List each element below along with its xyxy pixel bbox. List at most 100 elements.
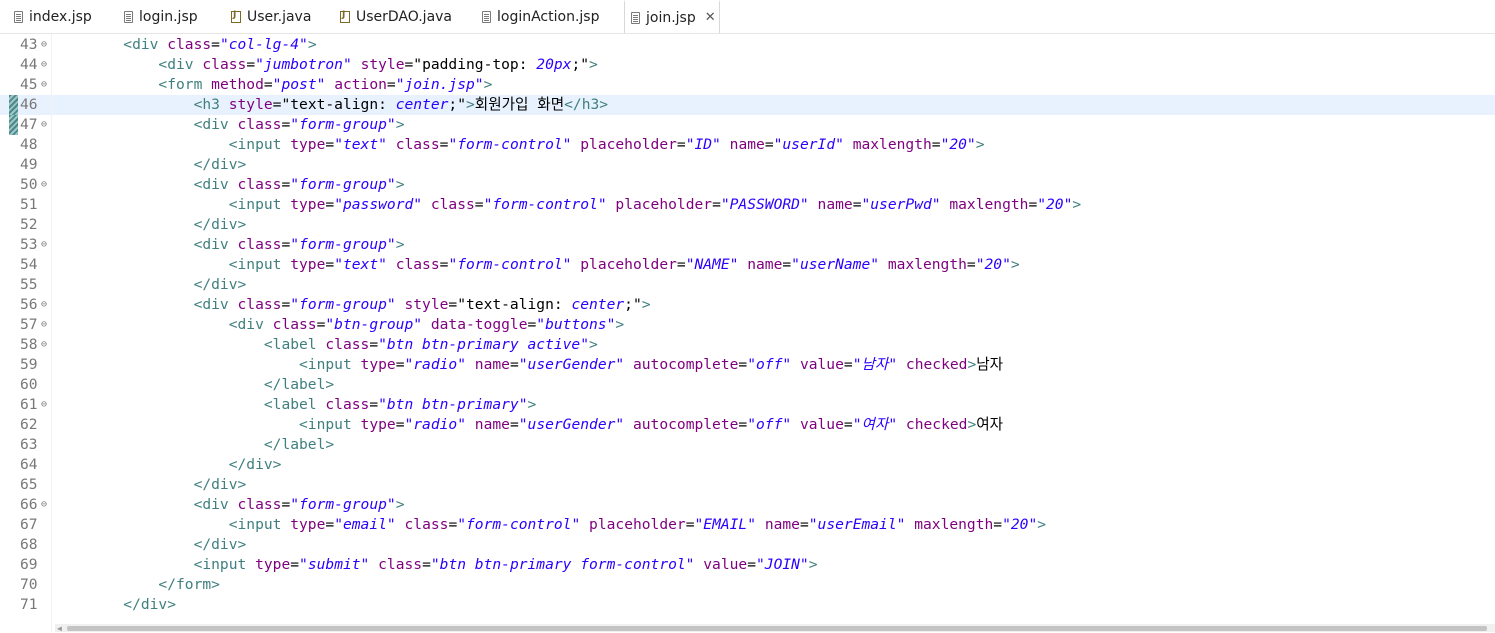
code-editor[interactable]: 43 ⊖ <div class="col-lg-4"> 44 ⊖ <div class…: [0, 34, 1495, 632]
tab-user-java[interactable]: User.java: [231, 0, 311, 33]
code-line[interactable]: 49 </div>: [0, 155, 1495, 175]
collapse-fold-icon[interactable]: ⊖: [41, 395, 47, 415]
code-token: "form-control": [448, 256, 572, 273]
code-token: =: [211, 36, 220, 53]
code-line[interactable]: 52 </div>: [0, 215, 1495, 235]
code-token: =: [281, 176, 291, 193]
code-line[interactable]: 53 ⊖ <div class="form-group">: [0, 235, 1495, 255]
tab-index-jsp[interactable]: index.jsp: [14, 0, 92, 33]
code-line[interactable]: 71 </div>: [0, 595, 1495, 615]
code-line[interactable]: 66 ⊖ <div class="form-group">: [0, 495, 1495, 515]
collapse-fold-icon[interactable]: ⊖: [41, 495, 47, 515]
code-token: "submit": [299, 556, 370, 573]
code-token: action: [334, 76, 387, 93]
code-token: =: [843, 356, 853, 373]
code-token: "text": [334, 136, 387, 153]
code-token: </div>: [53, 156, 247, 173]
code-token: class: [237, 236, 282, 253]
code-line[interactable]: 68 </div>: [0, 535, 1495, 555]
code-line[interactable]: 67 <input type="email" class="form-contr…: [0, 515, 1495, 535]
code-line[interactable]: 45 ⊖ <form method="post" action="join.jsp…: [0, 75, 1495, 95]
code-token: 20px: [536, 56, 572, 73]
line-number: 47: [20, 116, 38, 133]
tab-login-jsp[interactable]: login.jsp: [124, 0, 198, 33]
code-line[interactable]: 60 </label>: [0, 375, 1495, 395]
code-token: =: [386, 76, 396, 93]
collapse-fold-icon[interactable]: ⊖: [41, 335, 47, 355]
code-line[interactable]: 62 <input type="radio" name="userGender"…: [0, 415, 1495, 435]
scrollbar-thumb[interactable]: [67, 626, 1487, 631]
collapse-fold-icon[interactable]: ⊖: [41, 35, 47, 55]
code-token: style: [404, 296, 449, 313]
code-line[interactable]: 51 <input type="password" class="form-co…: [0, 195, 1495, 215]
code-token: =: [369, 336, 379, 353]
code-line[interactable]: 55 </div>: [0, 275, 1495, 295]
code-line[interactable]: 56 ⊖ <div class="form-group" style="text-…: [0, 295, 1495, 315]
code-text: <input type="radio" name="userGender" au…: [53, 415, 1003, 435]
code-token: ;": [571, 56, 590, 73]
collapse-fold-icon[interactable]: ⊖: [41, 75, 47, 95]
code-token: >: [967, 356, 977, 373]
collapse-fold-icon[interactable]: ⊖: [41, 55, 47, 75]
collapse-fold-icon[interactable]: ⊖: [41, 295, 47, 315]
horizontal-scrollbar[interactable]: ◀: [55, 624, 1495, 633]
code-token: >: [808, 556, 818, 573]
code-token: class: [395, 136, 440, 153]
code-token: type: [360, 356, 396, 373]
code-line[interactable]: 46 <h3 style="text-align: center;">회원가입 …: [0, 95, 1495, 115]
code-line[interactable]: 69 <input type="submit" class="btn btn-p…: [0, 555, 1495, 575]
code-token: "form-control": [483, 196, 607, 213]
code-token: >: [395, 236, 405, 253]
code-text: </div>: [53, 155, 247, 175]
code-line[interactable]: 58 ⊖ <label class="btn btn-primary active…: [0, 335, 1495, 355]
code-line[interactable]: 61 ⊖ <label class="btn btn-primary">: [0, 395, 1495, 415]
code-token: =: [325, 136, 335, 153]
code-token: "userGender": [518, 416, 625, 433]
code-line[interactable]: 48 <input type="text" class="form-contro…: [0, 135, 1495, 155]
code-line[interactable]: 65 </div>: [0, 475, 1495, 495]
code-line[interactable]: 70 </form>: [0, 575, 1495, 595]
code-line[interactable]: 57 ⊖ <div class="btn-group" data-toggle="…: [0, 315, 1495, 335]
close-tab-icon[interactable]: ✕: [705, 10, 716, 25]
code-text: <div class="form-group">: [53, 235, 405, 255]
code-token: "btn btn-primary active": [378, 336, 589, 353]
collapse-fold-icon[interactable]: ⊖: [41, 115, 47, 135]
tab-label: loginAction.jsp: [497, 8, 600, 25]
collapse-fold-icon[interactable]: ⊖: [41, 235, 47, 255]
code-token: <div: [53, 296, 238, 313]
line-number: 64: [20, 456, 38, 473]
code-token: </div>: [53, 216, 247, 233]
code-token: =: [474, 196, 484, 213]
tab-join-jsp[interactable]: join.jsp ✕: [624, 0, 720, 33]
code-line[interactable]: 47 ⊖ <div class="form-group">: [0, 115, 1495, 135]
code-text: <div class="col-lg-4">: [53, 35, 316, 55]
tab-userdao-java[interactable]: UserDAO.java: [340, 0, 452, 33]
code-line[interactable]: 43 ⊖ <div class="col-lg-4">: [0, 35, 1495, 55]
jsp-file-icon: [482, 10, 491, 23]
code-text: <label class="btn btn-primary">: [53, 395, 536, 415]
code-line[interactable]: 59 <input type="radio" name="userGender"…: [0, 355, 1495, 375]
code-line[interactable]: 50 ⊖ <div class="form-group">: [0, 175, 1495, 195]
code-line[interactable]: 54 <input type="text" class="form-contro…: [0, 255, 1495, 275]
java-file-icon: [340, 10, 350, 23]
code-text: <div class="form-group">: [53, 175, 405, 195]
line-number: 45: [20, 76, 38, 93]
code-line[interactable]: 44 ⊖ <div class="jumbotron" style="paddin…: [0, 55, 1495, 75]
code-token: "off": [747, 356, 792, 373]
tab-loginaction-jsp[interactable]: loginAction.jsp: [482, 0, 599, 33]
code-token: >: [1072, 196, 1082, 213]
code-token: ="text-align:: [272, 96, 396, 113]
collapse-fold-icon[interactable]: ⊖: [41, 315, 47, 335]
collapse-fold-icon[interactable]: ⊖: [41, 175, 47, 195]
code-text: <div class="form-group" style="text-alig…: [53, 295, 651, 315]
code-line[interactable]: 63 </label>: [0, 435, 1495, 455]
code-token: =: [738, 416, 748, 433]
code-line[interactable]: 64 </div>: [0, 455, 1495, 475]
code-token: =: [281, 236, 291, 253]
